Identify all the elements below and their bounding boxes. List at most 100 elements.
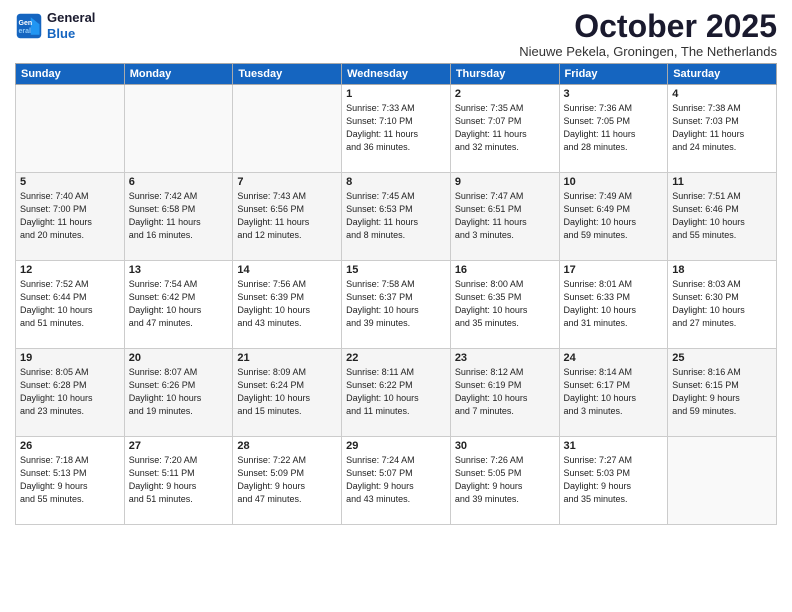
- table-row: 16Sunrise: 8:00 AM Sunset: 6:35 PM Dayli…: [450, 261, 559, 349]
- day-number: 17: [564, 264, 664, 276]
- day-info: Sunrise: 7:40 AM Sunset: 7:00 PM Dayligh…: [20, 190, 120, 242]
- table-row: 29 Sunrise: 7:24 AM Sunset: 5:07 PM Dayli…: [342, 437, 451, 525]
- table-row: 5 Sunrise: 7:40 AM Sunset: 7:00 PM Daylig…: [16, 173, 125, 261]
- day-info: Sunrise: 7:43 AM Sunset: 6:56 PM Dayligh…: [237, 190, 337, 242]
- page: Gen eral General Blue October 2025 Nieuw…: [0, 0, 792, 612]
- day-number: 19: [20, 352, 120, 364]
- table-row: 9 Sunrise: 7:47 AM Sunset: 6:51 PM Daylig…: [450, 173, 559, 261]
- day-number: 20: [129, 352, 229, 364]
- table-row: 2Sunrise: 7:35 AM Sunset: 7:07 PM Daylig…: [450, 85, 559, 173]
- day-number: 8: [346, 176, 446, 188]
- day-info: Sunrise: 7:22 AM Sunset: 5:09 PM Dayligh…: [237, 454, 337, 506]
- day-number: 23: [455, 352, 555, 364]
- day-info: Sunrise: 8:12 AM Sunset: 6:19 PM Dayligh…: [455, 366, 555, 418]
- svg-text:Gen: Gen: [19, 20, 33, 27]
- logo-line1: General: [47, 10, 95, 26]
- header: Gen eral General Blue October 2025 Nieuw…: [15, 10, 777, 59]
- table-row: 22Sunrise: 8:11 AM Sunset: 6:22 PM Dayli…: [342, 349, 451, 437]
- day-info: Sunrise: 7:45 AM Sunset: 6:53 PM Dayligh…: [346, 190, 446, 242]
- day-number: 9: [455, 176, 555, 188]
- table-row: 12 Sunrise: 7:52 AM Sunset: 6:44 PM Dayli…: [16, 261, 125, 349]
- day-number: 12: [20, 264, 120, 276]
- day-number: 27: [129, 440, 229, 452]
- day-info: Sunrise: 8:09 AM Sunset: 6:24 PM Dayligh…: [237, 366, 337, 418]
- header-thursday: Thursday: [450, 64, 559, 85]
- day-info: Sunrise: 7:35 AM Sunset: 7:07 PM Dayligh…: [455, 102, 555, 154]
- day-number: 5: [20, 176, 120, 188]
- calendar-week-row: 19 Sunrise: 8:05 AM Sunset: 6:28 PM Dayli…: [16, 349, 777, 437]
- day-info: Sunrise: 7:18 AM Sunset: 5:13 PM Dayligh…: [20, 454, 120, 506]
- day-info: Sunrise: 8:07 AM Sunset: 6:26 PM Dayligh…: [129, 366, 229, 418]
- calendar-header-row: Sunday Monday Tuesday Wednesday Thursday…: [16, 64, 777, 85]
- day-info: Sunrise: 7:36 AM Sunset: 7:05 PM Dayligh…: [564, 102, 664, 154]
- table-row: 10Sunrise: 7:49 AM Sunset: 6:49 PM Dayli…: [559, 173, 668, 261]
- day-info: Sunrise: 8:03 AM Sunset: 6:30 PM Dayligh…: [672, 278, 772, 330]
- location-subtitle: Nieuwe Pekela, Groningen, The Netherland…: [519, 44, 777, 59]
- calendar-week-row: 5 Sunrise: 7:40 AM Sunset: 7:00 PM Daylig…: [16, 173, 777, 261]
- logo-text-block: General Blue: [47, 10, 95, 41]
- day-info: Sunrise: 7:58 AM Sunset: 6:37 PM Dayligh…: [346, 278, 446, 330]
- calendar-week-row: 12 Sunrise: 7:52 AM Sunset: 6:44 PM Dayli…: [16, 261, 777, 349]
- day-number: 7: [237, 176, 337, 188]
- table-row: 20 Sunrise: 8:07 AM Sunset: 6:26 PM Dayli…: [124, 349, 233, 437]
- table-row: [124, 85, 233, 173]
- day-number: 4: [672, 88, 772, 100]
- day-number: 13: [129, 264, 229, 276]
- day-number: 18: [672, 264, 772, 276]
- calendar-week-row: 1 Sunrise: 7:33 AM Sunset: 7:10 PM Daylig…: [16, 85, 777, 173]
- day-info: Sunrise: 8:00 AM Sunset: 6:35 PM Dayligh…: [455, 278, 555, 330]
- table-row: 1 Sunrise: 7:33 AM Sunset: 7:10 PM Daylig…: [342, 85, 451, 173]
- day-info: Sunrise: 7:56 AM Sunset: 6:39 PM Dayligh…: [237, 278, 337, 330]
- table-row: 3Sunrise: 7:36 AM Sunset: 7:05 PM Daylig…: [559, 85, 668, 173]
- header-saturday: Saturday: [668, 64, 777, 85]
- day-info: Sunrise: 7:33 AM Sunset: 7:10 PM Dayligh…: [346, 102, 446, 154]
- day-number: 21: [237, 352, 337, 364]
- calendar: Sunday Monday Tuesday Wednesday Thursday…: [15, 63, 777, 525]
- day-number: 11: [672, 176, 772, 188]
- day-info: Sunrise: 7:47 AM Sunset: 6:51 PM Dayligh…: [455, 190, 555, 242]
- day-info: Sunrise: 7:49 AM Sunset: 6:49 PM Dayligh…: [564, 190, 664, 242]
- day-info: Sunrise: 7:38 AM Sunset: 7:03 PM Dayligh…: [672, 102, 772, 154]
- calendar-week-row: 26 Sunrise: 7:18 AM Sunset: 5:13 PM Dayli…: [16, 437, 777, 525]
- day-number: 22: [346, 352, 446, 364]
- table-row: 19 Sunrise: 8:05 AM Sunset: 6:28 PM Dayli…: [16, 349, 125, 437]
- day-number: 31: [564, 440, 664, 452]
- table-row: 26 Sunrise: 7:18 AM Sunset: 5:13 PM Dayli…: [16, 437, 125, 525]
- header-tuesday: Tuesday: [233, 64, 342, 85]
- day-info: Sunrise: 8:16 AM Sunset: 6:15 PM Dayligh…: [672, 366, 772, 418]
- table-row: [233, 85, 342, 173]
- day-info: Sunrise: 7:20 AM Sunset: 5:11 PM Dayligh…: [129, 454, 229, 506]
- logo-line2: Blue: [47, 26, 95, 42]
- day-number: 14: [237, 264, 337, 276]
- table-row: 11Sunrise: 7:51 AM Sunset: 6:46 PM Dayli…: [668, 173, 777, 261]
- day-info: Sunrise: 7:26 AM Sunset: 5:05 PM Dayligh…: [455, 454, 555, 506]
- table-row: 8 Sunrise: 7:45 AM Sunset: 6:53 PM Daylig…: [342, 173, 451, 261]
- table-row: 23 Sunrise: 8:12 AM Sunset: 6:19 PM Dayli…: [450, 349, 559, 437]
- table-row: 17 Sunrise: 8:01 AM Sunset: 6:33 PM Dayli…: [559, 261, 668, 349]
- logo: Gen eral General Blue: [15, 10, 95, 41]
- title-block: October 2025 Nieuwe Pekela, Groningen, T…: [519, 10, 777, 59]
- header-friday: Friday: [559, 64, 668, 85]
- svg-text:eral: eral: [19, 28, 32, 35]
- table-row: 13Sunrise: 7:54 AM Sunset: 6:42 PM Dayli…: [124, 261, 233, 349]
- table-row: 4 Sunrise: 7:38 AM Sunset: 7:03 PM Daylig…: [668, 85, 777, 173]
- day-info: Sunrise: 8:05 AM Sunset: 6:28 PM Dayligh…: [20, 366, 120, 418]
- day-number: 30: [455, 440, 555, 452]
- table-row: 18 Sunrise: 8:03 AM Sunset: 6:30 PM Dayli…: [668, 261, 777, 349]
- day-number: 26: [20, 440, 120, 452]
- day-number: 29: [346, 440, 446, 452]
- table-row: 30 Sunrise: 7:26 AM Sunset: 5:05 PM Dayli…: [450, 437, 559, 525]
- day-number: 24: [564, 352, 664, 364]
- day-number: 1: [346, 88, 446, 100]
- day-number: 28: [237, 440, 337, 452]
- day-info: Sunrise: 8:01 AM Sunset: 6:33 PM Dayligh…: [564, 278, 664, 330]
- day-number: 6: [129, 176, 229, 188]
- table-row: 21 Sunrise: 8:09 AM Sunset: 6:24 PM Dayli…: [233, 349, 342, 437]
- day-info: Sunrise: 7:52 AM Sunset: 6:44 PM Dayligh…: [20, 278, 120, 330]
- header-wednesday: Wednesday: [342, 64, 451, 85]
- table-row: 31 Sunrise: 7:27 AM Sunset: 5:03 PM Dayli…: [559, 437, 668, 525]
- day-info: Sunrise: 7:27 AM Sunset: 5:03 PM Dayligh…: [564, 454, 664, 506]
- day-info: Sunrise: 7:24 AM Sunset: 5:07 PM Dayligh…: [346, 454, 446, 506]
- table-row: 7 Sunrise: 7:43 AM Sunset: 6:56 PM Daylig…: [233, 173, 342, 261]
- logo-icon: Gen eral: [15, 12, 43, 40]
